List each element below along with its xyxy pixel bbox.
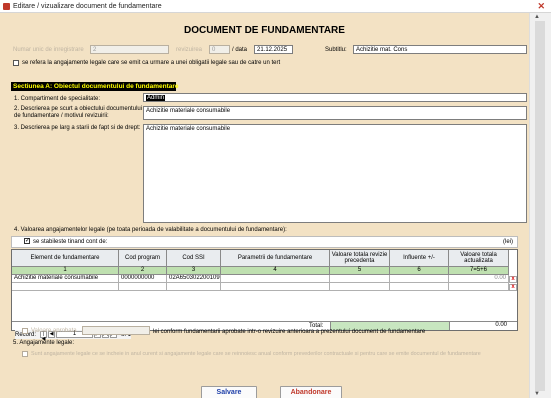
new-row-cell[interactable] bbox=[119, 283, 167, 291]
col-header: Valoare totala revizie precedenta bbox=[330, 250, 390, 267]
q3-label: 3. Descrierea pe larg a starii de fapt s… bbox=[14, 125, 141, 131]
cell-val-act[interactable]: 0.00 bbox=[449, 275, 509, 283]
col-number: 6 bbox=[390, 267, 449, 275]
department-value: Admin bbox=[146, 95, 166, 101]
save-button[interactable]: Salvare bbox=[201, 386, 257, 398]
col-number: 2 bbox=[119, 267, 167, 275]
nr-field[interactable]: 2 bbox=[90, 45, 169, 54]
values-grid: Element de fundamentare Cod program Cod … bbox=[11, 249, 518, 331]
unit-label: (lei) bbox=[503, 239, 513, 245]
delete-row-button[interactable]: x bbox=[509, 276, 517, 283]
new-row-cell[interactable] bbox=[12, 283, 119, 291]
nr-label: Numar unic de inregistrare bbox=[13, 47, 84, 53]
form-body: DOCUMENT DE FUNDAMENTARE Numar unic de i… bbox=[0, 13, 529, 398]
q4-check-label: se stabileste tinand cont de: bbox=[33, 239, 108, 245]
vertical-scrollbar[interactable]: ▲ ▼ bbox=[529, 13, 551, 398]
date-label: / data bbox=[232, 47, 248, 53]
col-number: 3 bbox=[167, 267, 221, 275]
col-header: Cod program bbox=[119, 250, 167, 267]
q4-label: 4. Valoarea angajamentelor legale (pe to… bbox=[14, 227, 287, 233]
cell-parametri[interactable] bbox=[221, 275, 330, 283]
subtitle-field[interactable]: Achizitie mat. Cons bbox=[353, 45, 527, 54]
col-header: Element de fundamentare bbox=[12, 250, 119, 267]
new-row-cell[interactable] bbox=[221, 283, 330, 291]
col-number: 5 bbox=[330, 267, 390, 275]
col-number: 1 bbox=[12, 267, 119, 275]
revision-label: revizuirea bbox=[176, 47, 203, 53]
date-field[interactable]: 21.12.2025 bbox=[254, 45, 293, 54]
short-description-field[interactable]: Achizitie materiale consumabile bbox=[143, 106, 527, 120]
approved-value-text: lei conform fundamentarii aprobate intr-… bbox=[153, 329, 426, 335]
q4-checkbox[interactable]: ✓ bbox=[24, 238, 30, 244]
legal-obligation-label: se refera la angajamente legale care se … bbox=[22, 60, 281, 66]
legal-obligation-checkbox[interactable] bbox=[13, 60, 19, 66]
subtitle-label: Subtitlu: bbox=[325, 47, 347, 53]
scroll-up-icon[interactable]: ▲ bbox=[534, 14, 540, 20]
department-field[interactable]: Admin bbox=[143, 93, 527, 102]
col-header: Valoare totala actualizata bbox=[449, 250, 509, 267]
revision-field[interactable]: 0 bbox=[209, 45, 230, 54]
new-row-cell[interactable] bbox=[330, 283, 390, 291]
approved-value-label: Valoare aprobata bbox=[31, 328, 77, 334]
new-row-cell[interactable] bbox=[390, 283, 449, 291]
delete-new-row-button[interactable]: x bbox=[509, 284, 517, 291]
q2-label-line1: 2. Descrierea pe scurt a obiectului docu… bbox=[14, 106, 143, 112]
approved-value-checkbox[interactable] bbox=[22, 328, 28, 334]
document-title: DOCUMENT DE FUNDAMENTARE bbox=[184, 25, 345, 36]
new-row-cell[interactable] bbox=[449, 283, 509, 291]
close-icon[interactable]: ✕ bbox=[537, 1, 545, 12]
approved-value-field[interactable] bbox=[82, 326, 150, 335]
scroll-down-icon[interactable]: ▼ bbox=[534, 391, 540, 397]
q2-label-line2: de fundamentare / motivul revizuirii: bbox=[14, 113, 109, 119]
window-title: Editare / vizualizare document de fundam… bbox=[13, 3, 162, 10]
cell-cod-ssi[interactable]: 02A650302200109 bbox=[167, 275, 221, 283]
section-a-title: Sectiunea A: Obiectul documentului de fu… bbox=[11, 82, 179, 91]
cell-val-prec[interactable] bbox=[330, 275, 390, 283]
section-5-title: 5. Angajamente legale: bbox=[13, 340, 75, 346]
scroll-thumb[interactable] bbox=[535, 21, 545, 391]
total-value: 0.00 bbox=[449, 322, 509, 330]
cancel-button[interactable]: Abandonare bbox=[280, 386, 342, 398]
section-5-checkbox[interactable] bbox=[22, 351, 28, 357]
section-5-label: Sunt angajamente legale ce se incheie in… bbox=[31, 351, 481, 357]
cell-influente[interactable] bbox=[390, 275, 449, 283]
col-number: 4 bbox=[221, 267, 330, 275]
new-row-cell[interactable] bbox=[167, 283, 221, 291]
q1-label: 1. Compartiment de specialitate: bbox=[14, 96, 101, 102]
cell-element[interactable]: Achizitie materiale consumabile bbox=[12, 275, 119, 283]
col-header: Influente +/- bbox=[390, 250, 449, 267]
col-header: Parametrii de fundamentare bbox=[221, 250, 330, 267]
col-header: Cod SSI bbox=[167, 250, 221, 267]
long-description-field[interactable]: Achizitie materiale consumabile bbox=[143, 124, 527, 223]
col-number: 7=5+6 bbox=[449, 267, 509, 275]
cell-cod-program[interactable]: 0000000000 bbox=[119, 275, 167, 283]
app-icon bbox=[3, 3, 10, 10]
window-titlebar: Editare / vizualizare document de fundam… bbox=[0, 0, 551, 13]
